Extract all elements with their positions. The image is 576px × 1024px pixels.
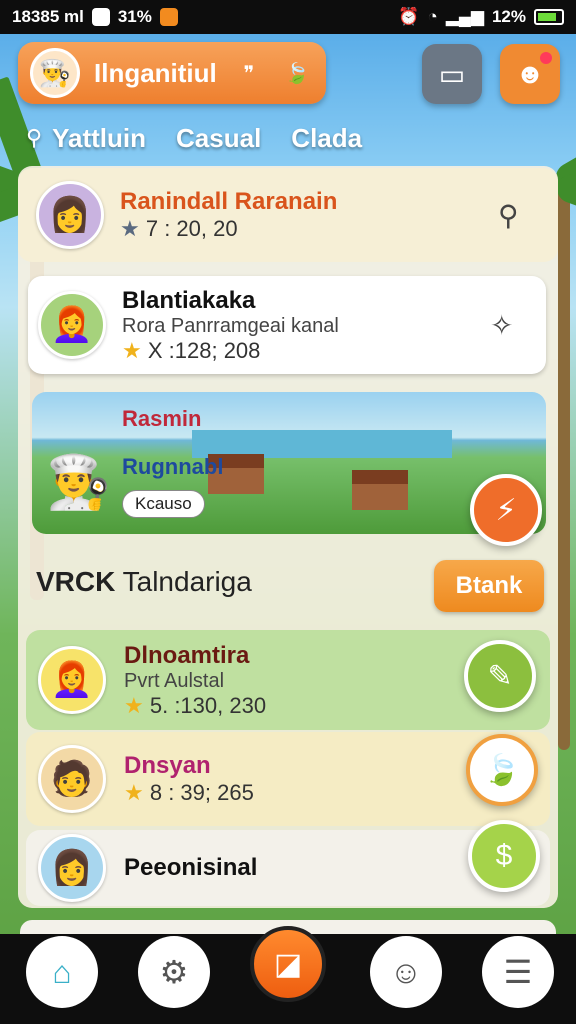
coin-button[interactable]: $ — [468, 820, 540, 892]
avatar: 👩‍🦰 — [38, 646, 106, 714]
player-stat-row: ★ 7 : 20, 20 — [120, 216, 482, 242]
nav-create-button[interactable]: ◪ — [250, 926, 326, 1002]
edit-square-icon: ◪ — [273, 947, 303, 981]
list-item-stat: 5. :130, 230 — [149, 692, 267, 718]
player-card-0[interactable]: 👩 Ranindall Raranain ★ 7 : 20, 20 ⚲ — [18, 168, 558, 262]
star-icon: ★ — [122, 337, 142, 363]
nav-settings-button[interactable]: ⚙ — [138, 936, 210, 1008]
filter-tabs: ⚲ Yattluin Casual Clada — [26, 118, 362, 158]
status-time: 18385 ml — [12, 7, 84, 26]
alarm-icon: ⏰ — [398, 7, 420, 26]
nav-profile-button[interactable]: ☺ — [370, 936, 442, 1008]
player-card-1[interactable]: 👩‍🦰 Blantiakaka Rora Panrramgeai kanal ★… — [28, 276, 546, 374]
profile-header[interactable]: 👨‍🍳 Ilnganitiul ❞ 🍃 — [18, 42, 326, 104]
banner-title: Rasmin — [122, 406, 202, 431]
leaf-action-button[interactable]: 🍃 — [466, 734, 538, 806]
inbox-button[interactable]: ▭ — [422, 44, 482, 104]
header-title: Ilnganitiul — [94, 57, 217, 88]
star-icon: ★ — [120, 216, 140, 241]
chef-avatar: 👨‍🍳 — [30, 48, 80, 98]
player-stat: X :128; 208 — [147, 337, 261, 363]
battery-icon — [534, 9, 564, 25]
chat-icon: ☰ — [503, 954, 533, 990]
app-notification-icon — [159, 8, 178, 26]
section-title: VRCK Talndariga — [36, 566, 252, 598]
inbox-icon: ▭ — [438, 58, 466, 90]
person-icon: ☺ — [389, 953, 423, 990]
star-icon: ★ — [124, 780, 144, 805]
dollar-icon: $ — [495, 839, 513, 872]
filter-tab-1[interactable]: Casual — [176, 123, 261, 154]
sparkle-icon[interactable]: ✧ — [490, 309, 546, 342]
search-icon[interactable]: ⚲ — [498, 199, 558, 232]
battery-percent: 12% — [491, 7, 526, 26]
banner-tag[interactable]: Kcauso — [122, 490, 205, 518]
filter-tab-2[interactable]: Clada — [291, 123, 362, 154]
filter-tab-0[interactable]: Yattluin — [52, 123, 146, 154]
chef-character: 👨‍🍳 — [46, 454, 111, 512]
home-icon: ⌂ — [52, 953, 72, 990]
player-name: Blantiakaka — [122, 286, 256, 314]
nav-home-button[interactable]: ⌂ — [26, 936, 98, 1008]
lightning-icon: ⚡ — [495, 493, 517, 527]
notification-icon — [91, 8, 110, 26]
gear-icon: ⚙ — [159, 954, 189, 990]
pencil-icon: ✎ — [487, 659, 513, 693]
signal-icon: ▂▄▆ — [445, 7, 484, 26]
player-stat-row: ★ X :128; 208 — [122, 338, 474, 364]
player-stat: 7 : 20, 20 — [145, 216, 238, 241]
star-icon: ★ — [124, 692, 144, 718]
boost-button[interactable]: ⚡ — [470, 474, 542, 546]
player-name: Ranindall Raranain — [120, 188, 338, 215]
avatar: 🧑 — [38, 745, 106, 813]
notifications-button[interactable]: ☻ — [500, 44, 560, 104]
person-alert-icon: ☻ — [515, 58, 545, 89]
status-bar: 18385 ml 31% ⏰ ◔ ▂▄▆ 12% — [0, 0, 576, 34]
banner-subtitle: Rugnnabl — [122, 454, 224, 479]
hut-decoration — [352, 470, 408, 510]
quote-icon[interactable]: ❞ — [232, 61, 266, 86]
leaf-icon: 🍃 — [483, 753, 521, 787]
event-banner[interactable]: 👨‍🍳 Rasmin Rugnnabl Kcauso — [32, 392, 546, 534]
btank-button[interactable]: Btank — [434, 560, 544, 612]
notification-dot — [540, 52, 552, 64]
player-subtitle: Rora Panrramgeai kanal — [122, 314, 339, 337]
avatar: 👩‍🦰 — [38, 291, 106, 359]
section-prefix: VRCK — [36, 566, 116, 597]
section-title-text: Talndariga — [122, 566, 252, 597]
nav-chat-button[interactable]: ☰ — [482, 936, 554, 1008]
edit-button[interactable]: ✎ — [464, 640, 536, 712]
status-percent: 31% — [117, 7, 152, 26]
search-icon[interactable]: ⚲ — [26, 125, 42, 151]
avatar: 👩 — [38, 834, 106, 902]
list-item-stat: 8 : 39; 265 — [149, 780, 254, 805]
wifi-icon: ◔ — [427, 7, 438, 26]
leaf-icon[interactable]: 🍃 — [280, 61, 314, 86]
avatar: 👩 — [36, 181, 104, 249]
list-item-name: Peeonisinal — [124, 854, 258, 881]
